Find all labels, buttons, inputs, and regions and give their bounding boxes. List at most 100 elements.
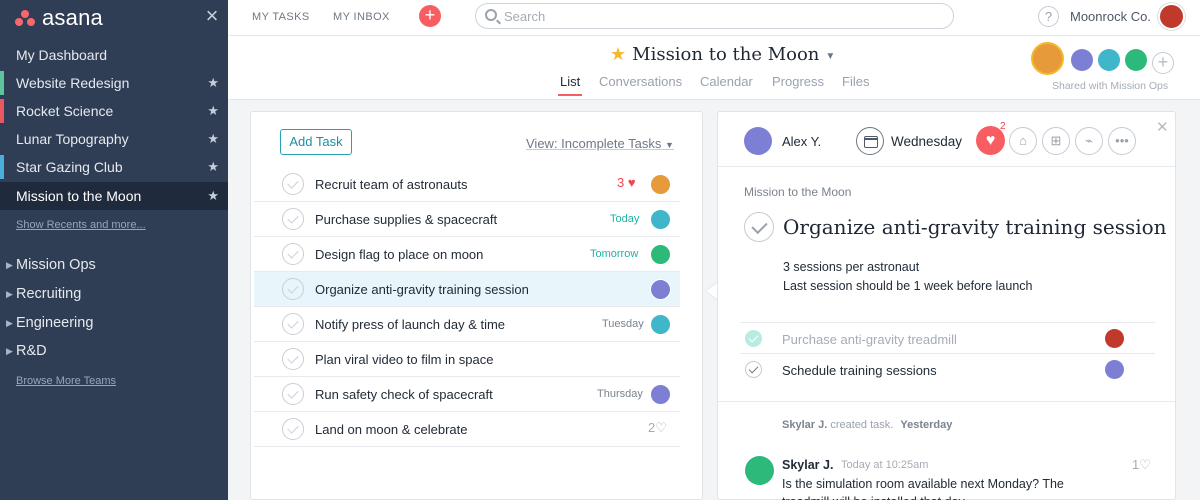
sidebar-item-rocket-science[interactable]: Rocket Science ★ bbox=[0, 97, 228, 125]
star-icon[interactable]: ★ bbox=[207, 125, 219, 153]
add-task-button[interactable]: Add Task bbox=[280, 129, 352, 155]
sidebar-item-website-redesign[interactable]: Website Redesign ★ bbox=[0, 69, 228, 97]
task-row[interactable]: Recruit team of astronauts 3 ♥ bbox=[254, 167, 680, 202]
assignee-avatar[interactable] bbox=[650, 244, 671, 265]
star-icon[interactable]: ★ bbox=[207, 182, 219, 210]
complete-checkbox[interactable] bbox=[282, 348, 304, 370]
project-color-bar bbox=[0, 71, 4, 95]
subtask-checkbox[interactable] bbox=[745, 330, 762, 347]
asana-logo[interactable]: asana bbox=[14, 5, 103, 31]
subtask-assignee-avatar[interactable] bbox=[1105, 329, 1124, 348]
project-title: Mission to the Moon bbox=[632, 44, 820, 65]
sidebar-item-mission-to-the-moon[interactable]: Mission to the Moon ★ bbox=[0, 182, 228, 210]
assignee-avatar[interactable] bbox=[744, 127, 772, 155]
star-icon[interactable]: ★ bbox=[207, 97, 219, 125]
more-options-icon[interactable]: ••• bbox=[1108, 127, 1136, 155]
view-filter-dropdown[interactable]: View: Incomplete Tasks ▼ bbox=[526, 136, 674, 151]
task-row[interactable]: Land on moon & celebrate 2♡ bbox=[254, 412, 680, 447]
quick-add-button[interactable]: + bbox=[419, 5, 441, 27]
due-date[interactable]: Wednesday bbox=[891, 134, 962, 149]
search-input[interactable] bbox=[504, 7, 944, 25]
team-rnd[interactable]: ▶ R&D bbox=[0, 339, 228, 363]
task-title[interactable]: Organize anti-gravity training session bbox=[783, 215, 1167, 239]
close-sidebar-icon[interactable]: × bbox=[203, 5, 221, 27]
subtask-checkbox[interactable] bbox=[745, 361, 762, 378]
member-avatar[interactable] bbox=[1098, 49, 1120, 71]
member-avatar[interactable] bbox=[1071, 49, 1093, 71]
user-avatar[interactable] bbox=[1158, 3, 1185, 30]
task-row[interactable]: Design flag to place on moon Tomorrow bbox=[254, 237, 680, 272]
complete-checkbox[interactable] bbox=[744, 212, 774, 242]
assignee-avatar[interactable] bbox=[650, 174, 671, 195]
subtasks-icon[interactable]: ⊞ bbox=[1042, 127, 1070, 155]
search-box[interactable] bbox=[475, 3, 954, 29]
sidebar-item-label: Website Redesign bbox=[16, 75, 130, 91]
tag-icon[interactable]: ⌂ bbox=[1009, 127, 1037, 155]
task-row[interactable]: Notify press of launch day & time Tuesda… bbox=[254, 307, 680, 342]
subtask-row[interactable]: Schedule training sessions bbox=[740, 353, 1155, 384]
assignee-avatar[interactable] bbox=[650, 209, 671, 230]
sidebar-item-label: Lunar Topography bbox=[16, 131, 129, 147]
team-engineering[interactable]: ▶ Engineering bbox=[0, 311, 228, 335]
sidebar-item-label: Rocket Science bbox=[16, 103, 114, 119]
assignee-avatar[interactable] bbox=[650, 384, 671, 405]
organization-name[interactable]: Moonrock Co. bbox=[1070, 9, 1151, 24]
member-avatar[interactable] bbox=[1031, 42, 1064, 75]
sidebar-item-my-dashboard[interactable]: My Dashboard bbox=[0, 41, 228, 69]
divider bbox=[718, 401, 1175, 402]
comment-like-button[interactable]: 1♡ bbox=[1132, 457, 1151, 473]
task-due-date: Today bbox=[610, 213, 640, 225]
sidebar-item-star-gazing-club[interactable]: Star Gazing Club ★ bbox=[0, 153, 228, 181]
sidebar-item-label: Star Gazing Club bbox=[16, 159, 123, 175]
assignee-name[interactable]: Alex Y. bbox=[782, 134, 821, 149]
subtask-assignee-avatar[interactable] bbox=[1105, 360, 1124, 379]
browse-teams-link[interactable]: Browse More Teams bbox=[16, 375, 116, 387]
help-button[interactable]: ? bbox=[1038, 6, 1059, 27]
star-icon[interactable]: ★ bbox=[610, 44, 626, 65]
comment-author[interactable]: Skylar J. bbox=[782, 458, 833, 472]
team-mission-ops[interactable]: ▶ Mission Ops bbox=[0, 253, 228, 277]
selection-pointer bbox=[705, 282, 717, 300]
assignee-avatar[interactable] bbox=[650, 279, 671, 300]
star-icon[interactable]: ★ bbox=[207, 153, 219, 181]
complete-checkbox[interactable] bbox=[282, 208, 304, 230]
subtask-row[interactable]: Purchase anti-gravity treadmill bbox=[740, 322, 1155, 353]
star-icon[interactable]: ★ bbox=[207, 69, 219, 97]
tab-calendar[interactable]: Calendar bbox=[700, 74, 753, 89]
complete-checkbox[interactable] bbox=[282, 418, 304, 440]
my-inbox-link[interactable]: MY INBOX bbox=[333, 11, 390, 23]
task-due-date: Tomorrow bbox=[590, 248, 639, 260]
project-title-dropdown[interactable]: ★ Mission to the Moon ▼ bbox=[610, 44, 835, 65]
team-recruiting[interactable]: ▶ Recruiting bbox=[0, 282, 228, 306]
tab-progress[interactable]: Progress bbox=[772, 74, 824, 89]
task-project-label[interactable]: Mission to the Moon bbox=[744, 185, 851, 199]
task-row[interactable]: Run safety check of spacecraft Thursday bbox=[254, 377, 680, 412]
show-recents-link[interactable]: Show Recents and more... bbox=[16, 219, 146, 231]
project-color-bar bbox=[0, 99, 4, 123]
complete-checkbox[interactable] bbox=[282, 173, 304, 195]
task-row[interactable]: Purchase supplies & spacecraft Today bbox=[254, 202, 680, 237]
complete-checkbox[interactable] bbox=[282, 243, 304, 265]
complete-checkbox[interactable] bbox=[282, 313, 304, 335]
tab-files[interactable]: Files bbox=[842, 74, 869, 89]
calendar-icon[interactable] bbox=[856, 127, 884, 155]
complete-checkbox[interactable] bbox=[282, 383, 304, 405]
add-member-button[interactable]: + bbox=[1152, 52, 1174, 74]
story-time: Yesterday bbox=[900, 419, 953, 431]
task-likes[interactable]: 3 ♥ bbox=[617, 175, 636, 190]
comment-author-avatar[interactable] bbox=[745, 456, 774, 485]
complete-checkbox[interactable] bbox=[282, 278, 304, 300]
member-avatar[interactable] bbox=[1125, 49, 1147, 71]
task-likes[interactable]: 2♡ bbox=[648, 420, 667, 436]
description-line: Last session should be 1 week before lau… bbox=[783, 279, 1033, 293]
tab-conversations[interactable]: Conversations bbox=[599, 74, 682, 89]
assignee-avatar[interactable] bbox=[650, 314, 671, 335]
sidebar-item-lunar-topography[interactable]: Lunar Topography ★ bbox=[0, 125, 228, 153]
my-tasks-link[interactable]: MY TASKS bbox=[252, 11, 310, 23]
close-icon[interactable]: ✕ bbox=[1156, 118, 1169, 136]
task-row-selected[interactable]: Organize anti-gravity training session bbox=[254, 272, 680, 307]
attachment-icon[interactable]: ⌁ bbox=[1075, 127, 1103, 155]
tab-list[interactable]: List bbox=[557, 74, 583, 96]
task-row[interactable]: Plan viral video to film in space bbox=[254, 342, 680, 377]
task-description[interactable]: 3 sessions per astronaut Last session sh… bbox=[783, 258, 1032, 296]
